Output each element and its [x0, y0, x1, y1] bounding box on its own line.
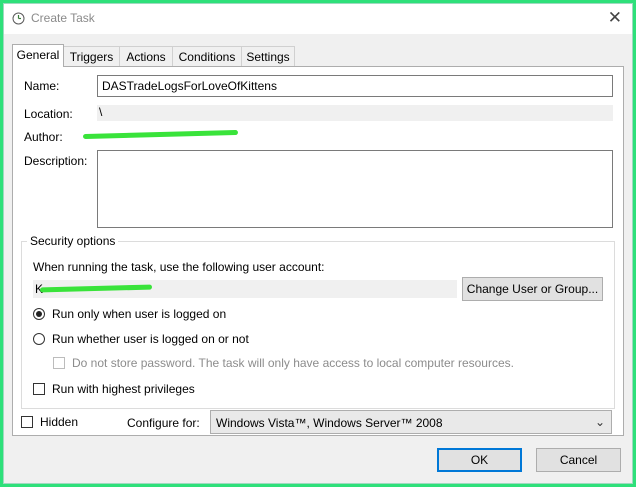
account-prompt: When running the task, use the following… — [33, 260, 325, 274]
description-label: Description: — [24, 154, 88, 168]
tab-conditions[interactable]: Conditions — [172, 46, 242, 66]
location-label: Location: — [24, 107, 73, 121]
description-textarea[interactable] — [97, 150, 613, 228]
tab-settings[interactable]: Settings — [241, 46, 295, 66]
window-title: Create Task — [31, 11, 95, 25]
hidden-label[interactable]: Hidden — [40, 415, 78, 429]
cancel-button[interactable]: Cancel — [536, 448, 621, 472]
author-label: Author: — [24, 130, 63, 144]
do-not-store-checkbox[interactable] — [53, 357, 65, 369]
location-value: \ — [97, 105, 613, 121]
run-logged-on-label[interactable]: Run only when user is logged on — [52, 307, 226, 321]
author-redaction — [82, 129, 239, 140]
name-label: Name: — [24, 79, 60, 93]
chevron-down-icon: ⌄ — [594, 415, 605, 429]
configure-for-select[interactable]: Windows Vista™, Windows Server™ 2008 ⌄ — [210, 410, 612, 434]
configure-for-label: Configure for: — [127, 416, 200, 430]
tab-general[interactable]: General — [12, 44, 64, 67]
run-logged-on-radio[interactable] — [33, 308, 45, 320]
clock-icon — [12, 12, 25, 25]
change-user-button[interactable]: Change User or Group... — [462, 277, 603, 301]
close-icon[interactable]: ✕ — [608, 8, 622, 28]
hidden-checkbox[interactable] — [21, 416, 33, 428]
run-whether-label[interactable]: Run whether user is logged on or not — [52, 332, 249, 346]
tab-triggers[interactable]: Triggers — [63, 46, 120, 66]
highest-privileges-checkbox[interactable] — [33, 383, 45, 395]
tab-actions[interactable]: Actions — [119, 46, 173, 66]
ok-button[interactable]: OK — [437, 448, 522, 472]
name-input[interactable] — [97, 75, 613, 97]
title-bar: Create Task ✕ — [4, 4, 632, 34]
do-not-store-label: Do not store password. The task will onl… — [72, 356, 514, 370]
general-panel: Name: Location: \ Author: Description: S… — [12, 66, 624, 436]
configure-for-value: Windows Vista™, Windows Server™ 2008 — [216, 416, 443, 430]
run-whether-radio[interactable] — [33, 333, 45, 345]
create-task-window: Create Task ✕ General Triggers Actions C… — [3, 3, 633, 484]
security-options-title: Security options — [27, 234, 119, 248]
highest-privileges-label[interactable]: Run with highest privileges — [52, 382, 195, 396]
